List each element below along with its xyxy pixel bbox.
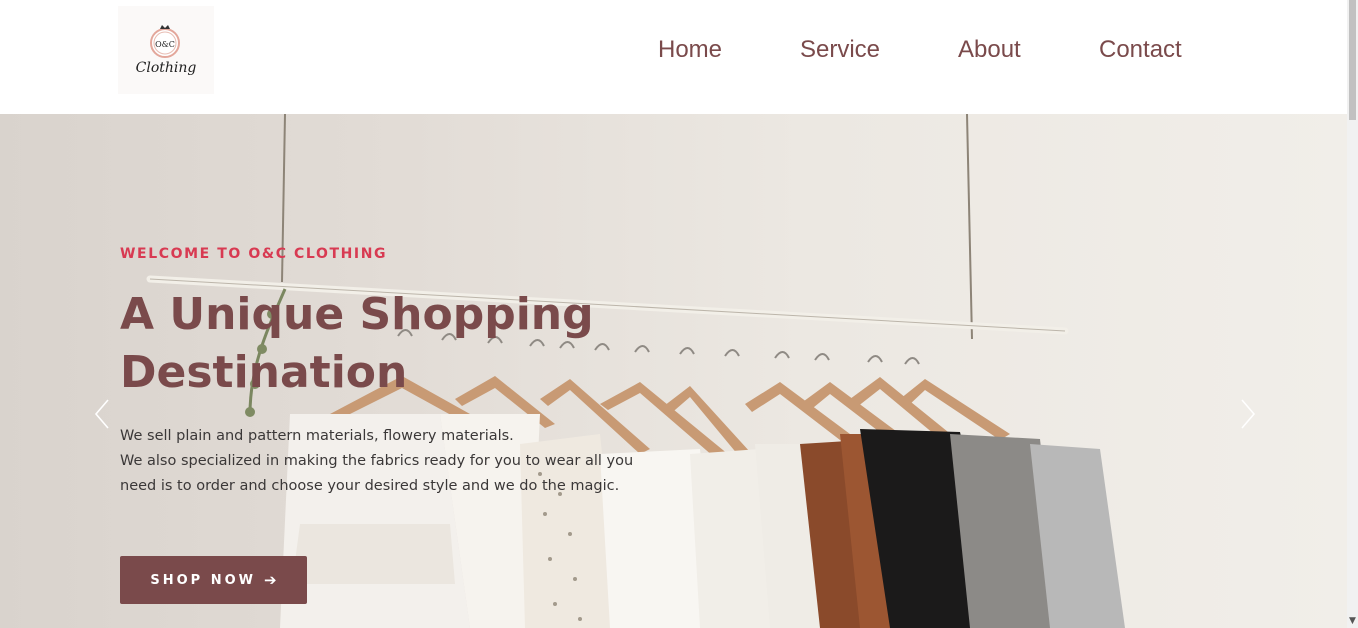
carousel-prev-button[interactable] <box>92 396 112 432</box>
nav-about[interactable]: About <box>958 36 1021 64</box>
nav-contact[interactable]: Contact <box>1099 36 1182 64</box>
arrow-right-icon: ➔ <box>264 571 277 589</box>
hero-eyebrow: WELCOME TO O&C CLOTHING <box>120 246 388 262</box>
carousel-next-button[interactable] <box>1238 396 1258 432</box>
logo-monogram: O&C <box>155 40 175 49</box>
logo-seal-icon: O&C <box>150 25 180 58</box>
brand-logo[interactable]: O&C Clothing <box>118 6 214 94</box>
hero-description-line: We sell plain and pattern materials, flo… <box>120 428 514 444</box>
site-header: O&C Clothing Home Service About Contact <box>0 0 1347 114</box>
hero-content: WELCOME TO O&C CLOTHING A Unique Shoppin… <box>120 114 680 628</box>
hero-headline: A Unique Shopping Destination <box>120 289 594 398</box>
scrollbar-thumb[interactable] <box>1349 0 1356 120</box>
shop-now-button[interactable]: SHOP NOW ➔ <box>120 556 307 604</box>
hero-carousel: WELCOME TO O&C CLOTHING A Unique Shoppin… <box>0 114 1347 628</box>
chevron-right-icon <box>1241 399 1256 429</box>
nav-service[interactable]: Service <box>800 36 880 64</box>
page-scrollbar[interactable]: ▼ <box>1347 0 1358 628</box>
hero-description: We sell plain and pattern materials, flo… <box>120 424 640 499</box>
nav-home[interactable]: Home <box>658 36 722 64</box>
logo-wordmark: Clothing <box>135 60 197 76</box>
scroll-down-icon[interactable]: ▼ <box>1349 616 1356 626</box>
hero-description-line: We also specialized in making the fabric… <box>120 453 634 494</box>
chevron-left-icon <box>94 399 109 429</box>
shop-now-label: SHOP NOW <box>150 572 257 588</box>
